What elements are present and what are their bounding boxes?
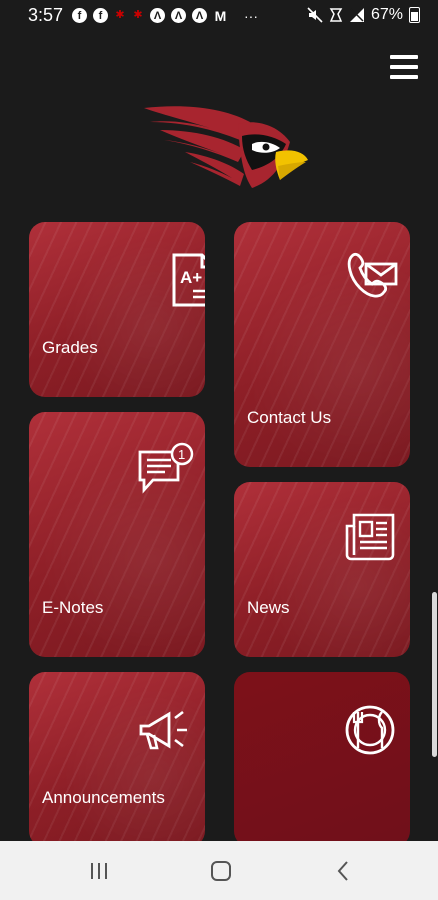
- notification-badge: 1: [178, 447, 185, 462]
- app-a-icon: Λ: [150, 8, 165, 23]
- app-notification-icon: ✱: [133, 8, 143, 21]
- more-notifications-icon: ···: [244, 8, 258, 24]
- alarm-icon: [329, 8, 343, 22]
- tile-label-grades: Grades: [42, 338, 98, 357]
- dining-plate-icon: [345, 705, 395, 755]
- tile-background-texture: [29, 222, 205, 397]
- tile-contact-us[interactable]: Contact Us: [234, 222, 410, 467]
- status-bar: 3:57 f f ✱ ✱ Λ Λ Λ M ··· 67%: [0, 0, 438, 32]
- tile-background-texture: [29, 672, 205, 847]
- tile-e-notes[interactable]: 1 E-Notes: [29, 412, 205, 657]
- app-a-icon: Λ: [192, 8, 207, 23]
- notification-icons: f f ✱ ✱ Λ Λ Λ M ···: [72, 8, 258, 24]
- mute-icon: [307, 7, 323, 23]
- battery-percent: 67%: [370, 6, 403, 23]
- status-time: 3:57: [28, 5, 64, 25]
- hamburger-menu-icon[interactable]: [390, 55, 418, 79]
- contact-phone-mail-icon: [347, 252, 398, 298]
- system-nav-bar: [0, 841, 438, 900]
- facebook-icon: f: [72, 8, 87, 23]
- tile-dining[interactable]: [234, 672, 410, 847]
- tile-background-texture: [234, 482, 410, 657]
- cardinal-logo: [144, 106, 308, 188]
- grades-document-icon: A+: [172, 253, 205, 307]
- scrollbar[interactable]: [432, 592, 437, 757]
- app-a-icon: Λ: [171, 8, 186, 23]
- tile-label-contact-us: Contact Us: [247, 408, 332, 427]
- tile-news[interactable]: News: [234, 482, 410, 657]
- gmail-icon: M: [214, 7, 227, 24]
- tile-label-news: News: [247, 598, 290, 617]
- recent-apps-icon[interactable]: [89, 859, 109, 883]
- facebook-icon: f: [93, 8, 108, 23]
- app-notification-icon: ✱: [115, 8, 125, 21]
- tile-label-announcements: Announcements: [42, 788, 165, 807]
- signal-icon: [349, 8, 364, 22]
- battery-icon: [409, 7, 420, 23]
- notification-message-icon: 1: [138, 442, 194, 494]
- newspaper-icon: [345, 513, 395, 561]
- tile-label-e-notes: E-Notes: [42, 598, 104, 617]
- home-icon[interactable]: [210, 859, 232, 883]
- back-icon[interactable]: [335, 859, 351, 883]
- tile-announcements[interactable]: Announcements: [29, 672, 205, 847]
- grade-text: A+: [180, 268, 202, 287]
- megaphone-icon: [139, 710, 187, 750]
- tile-grades[interactable]: A+ Grades: [29, 222, 205, 397]
- system-status: 67%: [307, 6, 420, 24]
